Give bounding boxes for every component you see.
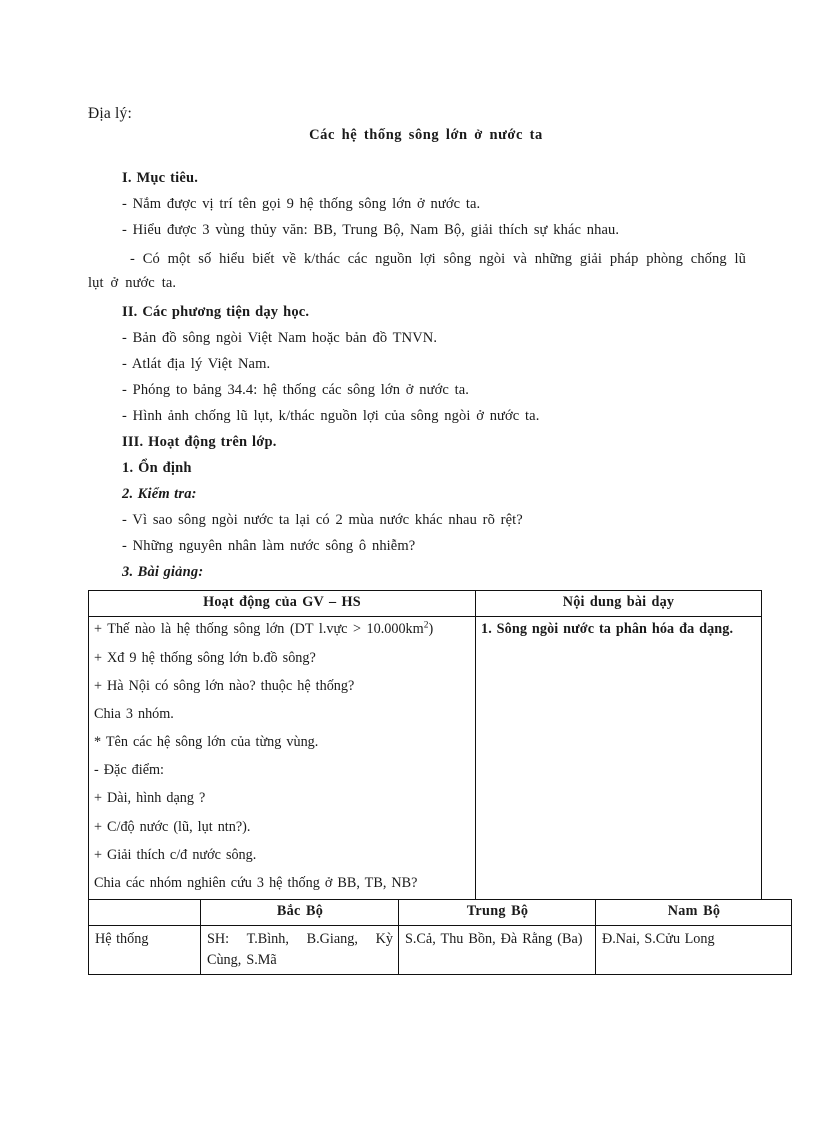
activity-line-text: + Thế nào là hệ thống sông lớn (DT l.vực…	[94, 621, 424, 638]
activity-line: + C/độ nước (lũ, lụt ntn?).	[94, 818, 251, 835]
column-header-bac-bo: Bắc Bộ	[200, 898, 399, 926]
river-systems-table: Bắc Bộ Trung Bộ Nam Bộ Hệ thống SH: T.Bì…	[88, 898, 792, 976]
objective-item: - Nắm được vị trí tên gọi 9 hệ thống sôn…	[122, 196, 481, 213]
row-label-cell: Hệ thống	[88, 924, 201, 976]
cell-trung-bo: S.Cả, Thu Bồn, Đà Rằng (Ba)	[398, 924, 596, 976]
page-title: Các hệ thống sông lớn ở nước ta	[309, 127, 543, 144]
check-question: - Những nguyên nhân làm nước sông ô nhiễ…	[122, 538, 416, 555]
lesson-plan-table: Hoạt động của GV – HS Nội dung bài dạy +…	[88, 590, 762, 901]
activity-line-tail: )	[428, 621, 434, 638]
section-heading-objectives: I. Mục tiêu.	[122, 170, 199, 187]
column-header-activity: Hoạt động của GV – HS	[88, 590, 476, 618]
cell-text: S.Cả, Thu Bồn, Đà Rằng (Ba)	[405, 930, 583, 947]
column-header-empty	[88, 898, 201, 926]
activity-line: + Xđ 9 hệ thống sông lớn b.đồ sông?	[94, 649, 316, 666]
document-content: Địa lý: Các hệ thống sông lớn ở nước ta …	[88, 104, 792, 976]
table-header-row: Hoạt động của GV – HS Nội dung bài dạy	[88, 590, 762, 618]
cell-text: SH: T.Bình, B.Giang, Kỳ Cùng, S.Mã	[207, 930, 393, 968]
column-header-nam-bo: Nam Bộ	[595, 898, 792, 926]
section-heading-materials: II. Các phương tiện dạy học.	[122, 304, 310, 321]
activity-line: - Đặc điểm:	[94, 762, 164, 779]
subsection-heading-check: 2. Kiểm tra:	[122, 486, 197, 503]
cell-text: Đ.Nai, S.Cửu Long	[602, 930, 715, 947]
check-question: - Vì sao sông ngòi nước ta lại có 2 mùa …	[122, 512, 523, 529]
lesson-content-cell: 1. Sông ngòi nước ta phân hóa đa dạng.	[475, 616, 762, 901]
row-label: Hệ thống	[95, 930, 149, 947]
activity-line: + Dài, hình dạng ?	[94, 790, 206, 807]
column-header-content: Nội dung bài dạy	[475, 590, 762, 618]
table-row: Hệ thống SH: T.Bình, B.Giang, Kỳ Cùng, S…	[88, 924, 792, 976]
section-heading-class-activities: III. Hoạt động trên lớp.	[122, 434, 277, 451]
activity-line-list: + Thế nào là hệ thống sông lớn (DT l.vực…	[94, 620, 470, 893]
material-item: - Phóng to bảng 34.4: hệ thống các sông …	[122, 382, 469, 399]
cell-bac-bo: SH: T.Bình, B.Giang, Kỳ Cùng, S.Mã	[200, 924, 399, 976]
table-row: + Thế nào là hệ thống sông lớn (DT l.vực…	[88, 616, 762, 901]
document-subject: Địa lý:	[88, 105, 133, 122]
activity-line: + Giải thích c/đ nước sông.	[94, 846, 257, 863]
activity-line: + Hà Nội có sông lớn nào? thuộc hệ thống…	[94, 677, 355, 694]
subsection-heading-lesson: 3. Bài giảng:	[122, 564, 204, 581]
activity-line: + Thế nào là hệ thống sông lớn (DT l.vực…	[94, 620, 470, 639]
activity-cell: + Thế nào là hệ thống sông lớn (DT l.vực…	[88, 616, 476, 901]
subsection-heading-stabilize: 1. Ổn định	[122, 460, 192, 477]
material-item: - Hình ảnh chống lũ lụt, k/thác nguồn lợ…	[122, 408, 540, 425]
lesson-content-line: 1. Sông ngòi nước ta phân hóa đa dạng.	[481, 621, 734, 638]
activity-line: Chia 3 nhóm.	[94, 705, 174, 722]
material-item: - Atlát địa lý Việt Nam.	[122, 356, 271, 373]
table-header-row: Bắc Bộ Trung Bộ Nam Bộ	[88, 898, 792, 926]
activity-line: * Tên các hệ sông lớn của từng vùng.	[94, 734, 319, 751]
objective-item: - Hiểu được 3 vùng thủy văn: BB, Trung B…	[122, 222, 620, 239]
column-header-trung-bo: Trung Bộ	[398, 898, 596, 926]
objective-item: - Có một số hiểu biết về k/thác các nguồ…	[88, 251, 746, 291]
cell-nam-bo: Đ.Nai, S.Cửu Long	[595, 924, 792, 976]
activity-line: Chia các nhóm nghiên cứu 3 hệ thống ở BB…	[94, 874, 418, 891]
document-page: Địa lý: Các hệ thống sông lớn ở nước ta …	[0, 0, 816, 1123]
material-item: - Bản đồ sông ngòi Việt Nam hoặc bản đồ …	[122, 330, 438, 347]
